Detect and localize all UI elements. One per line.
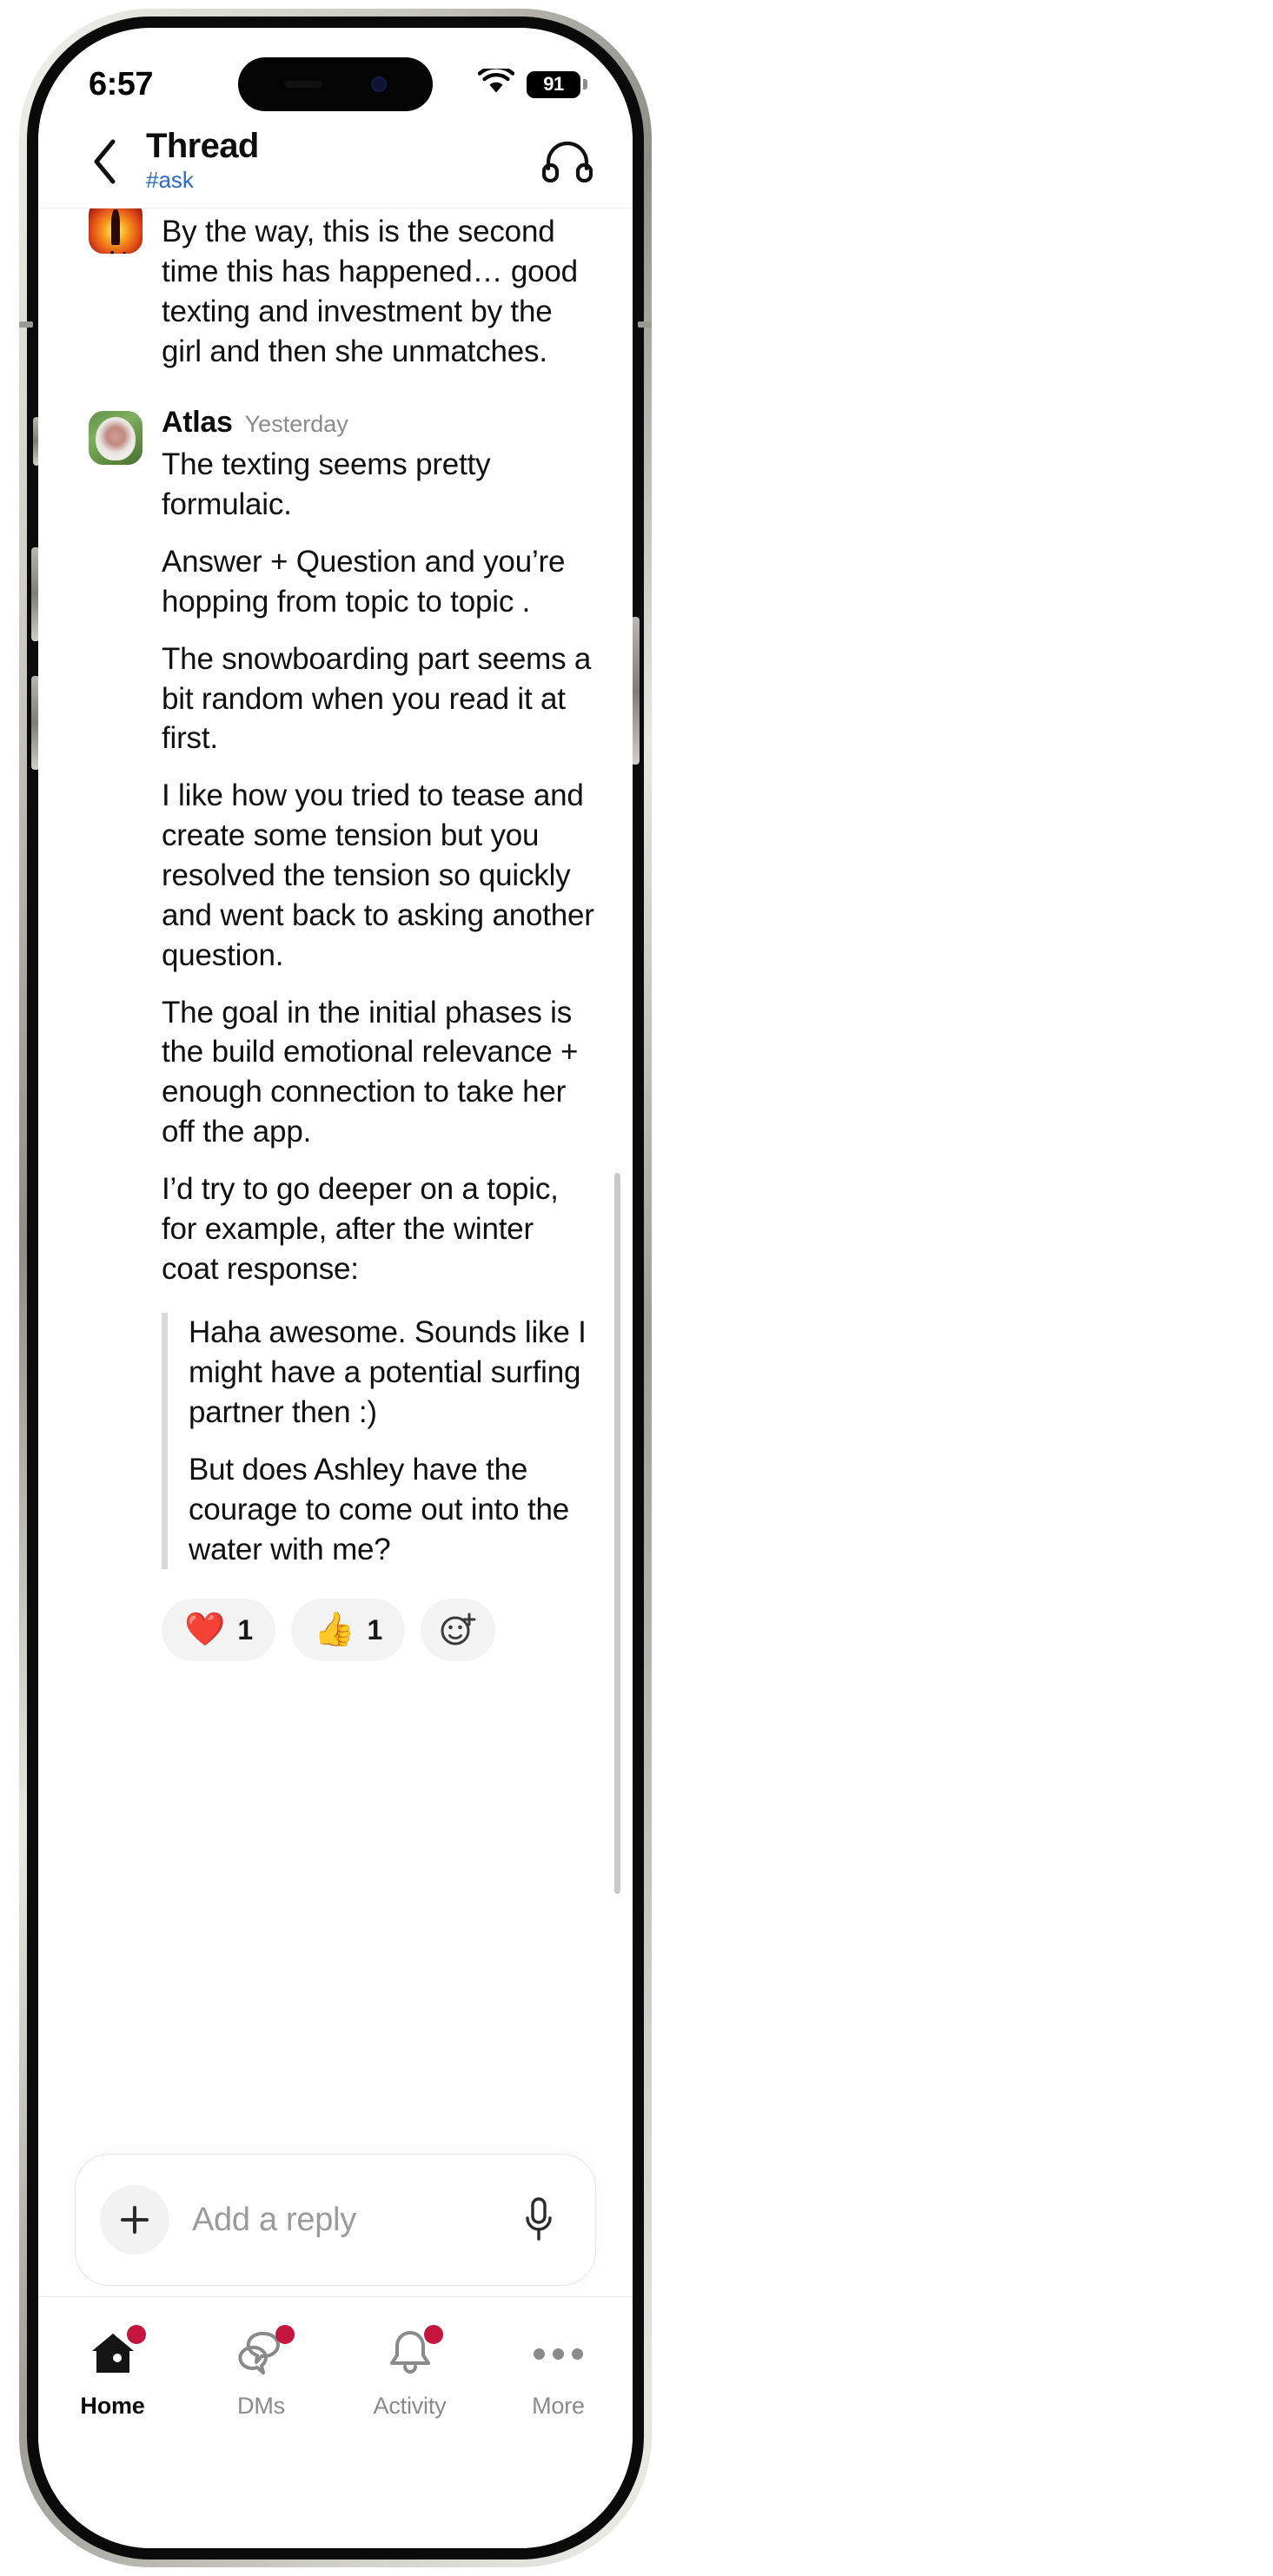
huddle-button[interactable] bbox=[540, 135, 594, 189]
channel-link[interactable]: #ask bbox=[146, 166, 540, 195]
message-paragraph: The snowboarding part seems a bit random… bbox=[162, 641, 592, 756]
avatar[interactable] bbox=[89, 411, 143, 466]
message-meta: Atlas Yesterday bbox=[162, 406, 598, 440]
antenna-line bbox=[19, 321, 33, 328]
app-header: Thread #ask bbox=[38, 115, 633, 209]
scrollbar[interactable] bbox=[614, 1173, 620, 1894]
tab-label: Activity bbox=[373, 2393, 447, 2419]
battery-icon: 91 bbox=[527, 70, 587, 98]
message-paragraph: The texting seems pretty formulaic. bbox=[162, 447, 491, 522]
tab-home[interactable]: Home bbox=[38, 2325, 187, 2420]
dynamic-island bbox=[238, 57, 433, 111]
message-item[interactable]: Atlas Yesterday The texting seems pretty… bbox=[38, 406, 633, 1679]
ellipsis-icon bbox=[531, 2327, 587, 2381]
chevron-left-icon bbox=[94, 139, 116, 183]
message-paragraph: The goal in the initial phases is the bu… bbox=[162, 995, 579, 1149]
tab-activity[interactable]: Activity bbox=[335, 2325, 484, 2420]
phone-bezel: 6:57 91 Thread #ask By the way, this is … bbox=[27, 17, 644, 2559]
composer: Add a reply bbox=[38, 2154, 633, 2286]
heart-icon: ❤️ bbox=[184, 1612, 226, 1649]
screenshot-stage: 6:57 91 Thread #ask By the way, this is … bbox=[0, 0, 1273, 2576]
message-body: Soul Yesterday By the way, this is the s… bbox=[162, 209, 598, 371]
headphones-icon bbox=[542, 141, 593, 182]
header-titles: Thread #ask bbox=[146, 128, 540, 195]
thumbs-up-icon: 👍 bbox=[314, 1612, 355, 1649]
back-button[interactable] bbox=[82, 138, 129, 185]
message-paragraph: By the way, this is the second time this… bbox=[162, 215, 578, 368]
blockquote-paragraph: But does Ashley have the courage to come… bbox=[189, 1452, 570, 1566]
notification-badge bbox=[423, 2325, 443, 2344]
speaker-sensor-icon bbox=[284, 81, 322, 88]
blockquote: Haha awesome. Sounds like I might have a… bbox=[162, 1313, 598, 1570]
chat-bubbles-icon bbox=[234, 2325, 295, 2381]
voice-message-button[interactable] bbox=[512, 2193, 566, 2247]
message-paragraph: I like how you tried to tease and create… bbox=[162, 778, 594, 972]
page-title: Thread bbox=[146, 127, 259, 166]
add-reaction-icon bbox=[441, 1612, 476, 1646]
message-author[interactable]: Atlas bbox=[162, 406, 233, 440]
tab-label: More bbox=[532, 2393, 585, 2419]
reaction-list: ❤️ 1 👍 1 bbox=[162, 1599, 598, 1679]
antenna-line bbox=[638, 321, 652, 328]
notification-badge bbox=[126, 2325, 146, 2344]
tab-bar: Home DMs Activity More bbox=[38, 2296, 633, 2548]
microphone-icon bbox=[526, 2197, 552, 2241]
tab-dms[interactable]: DMs bbox=[187, 2325, 335, 2420]
tab-more[interactable]: More bbox=[484, 2327, 633, 2420]
heart-reaction[interactable]: ❤️ 1 bbox=[162, 1599, 276, 1662]
home-icon bbox=[85, 2325, 146, 2381]
reply-input[interactable]: Add a reply bbox=[192, 2202, 489, 2239]
avatar[interactable] bbox=[89, 209, 143, 254]
wifi-icon bbox=[477, 65, 515, 100]
message-body: Atlas Yesterday The texting seems pretty… bbox=[162, 406, 598, 1679]
tab-label: DMs bbox=[237, 2393, 285, 2419]
battery-level: 91 bbox=[543, 73, 564, 95]
bell-icon bbox=[382, 2325, 443, 2381]
thumbs-up-reaction[interactable]: 👍 1 bbox=[291, 1599, 406, 1662]
reaction-count: 1 bbox=[237, 1613, 254, 1646]
phone-screen: 6:57 91 Thread #ask By the way, this is … bbox=[38, 28, 633, 2548]
reply-bar[interactable]: Add a reply bbox=[75, 2154, 596, 2286]
tab-label: Home bbox=[80, 2393, 145, 2419]
message-timestamp: Yesterday bbox=[244, 411, 348, 438]
add-attachment-button[interactable] bbox=[100, 2185, 169, 2255]
blockquote-paragraph: Haha awesome. Sounds like I might have a… bbox=[189, 1315, 587, 1430]
message-item[interactable]: Soul Yesterday By the way, this is the s… bbox=[38, 209, 633, 371]
plus-icon bbox=[121, 2206, 149, 2234]
message-paragraph: I’d try to go deeper on a topic, for exa… bbox=[162, 1171, 559, 1286]
notification-badge bbox=[275, 2325, 295, 2344]
status-time: 6:57 bbox=[89, 65, 154, 103]
phone-frame: 6:57 91 Thread #ask By the way, this is … bbox=[19, 9, 652, 2567]
add-reaction-button[interactable] bbox=[421, 1599, 496, 1662]
status-indicators: 91 bbox=[477, 65, 587, 100]
front-camera-icon bbox=[371, 76, 387, 92]
thread-message-list[interactable]: Soul Yesterday By the way, this is the s… bbox=[38, 209, 633, 2100]
message-paragraph: Answer + Question and you’re hopping fro… bbox=[162, 545, 566, 619]
reaction-count: 1 bbox=[367, 1613, 383, 1646]
